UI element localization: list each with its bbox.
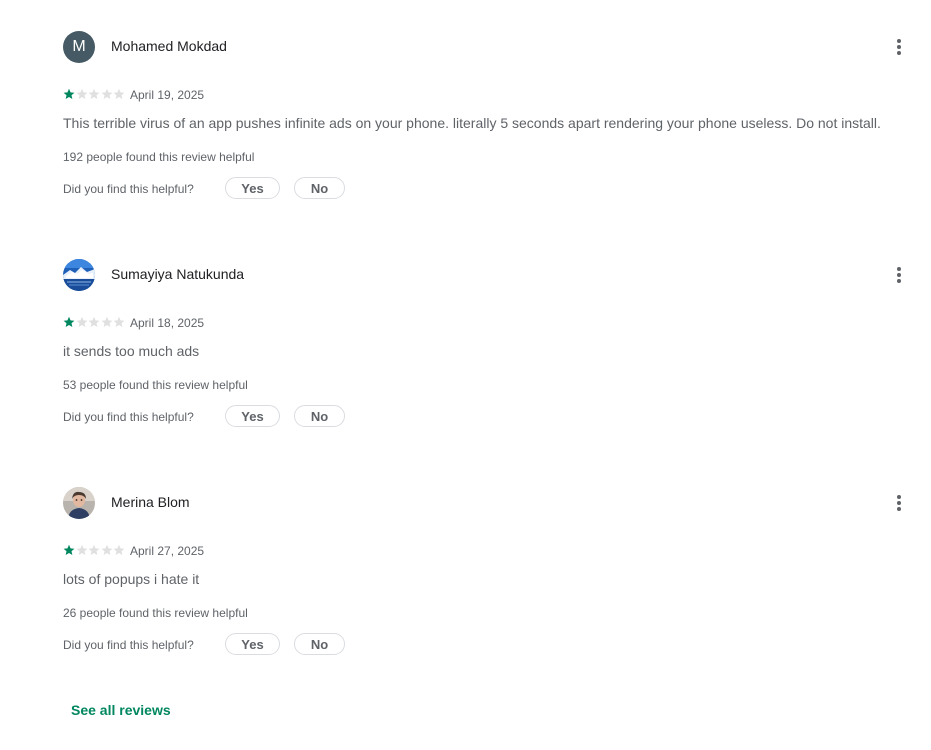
star-filled-icon: [63, 544, 75, 555]
helpful-yes-button[interactable]: Yes: [225, 177, 280, 199]
helpful-question: Did you find this helpful?: [63, 182, 194, 196]
star-empty-icon: [101, 88, 112, 99]
star-rating: [63, 544, 125, 556]
review-date: April 27, 2025: [130, 544, 205, 558]
helpful-count: 192 people found this review helpful: [63, 150, 255, 164]
reviewer-name: Merina Blom: [111, 494, 190, 510]
review-text: lots of popups i hate it: [63, 571, 200, 587]
review-card: Sumayiya Natukunda April 18, 2025 it sen…: [63, 259, 913, 459]
star-empty-icon: [88, 544, 100, 555]
helpful-question: Did you find this helpful?: [63, 638, 194, 652]
helpful-count: 26 people found this review helpful: [63, 606, 248, 620]
helpful-no-button[interactable]: No: [294, 177, 345, 199]
helpful-count: 53 people found this review helpful: [63, 378, 248, 392]
star-filled-icon: [63, 88, 75, 99]
avatar: [63, 259, 95, 291]
review-card: Merina Blom April 27, 2025 lots of popup…: [63, 487, 913, 687]
review-text: This terrible virus of an app pushes inf…: [63, 115, 881, 131]
reviewer-name: Sumayiya Natukunda: [111, 266, 245, 282]
star-rating: [63, 316, 125, 328]
star-empty-icon: [113, 88, 125, 99]
avatar-image: [63, 259, 95, 291]
review-card: M Mohamed Mokdad April 19, 2025 This ter…: [63, 31, 913, 231]
review-date: April 18, 2025: [130, 316, 205, 330]
reviews-section: M Mohamed Mokdad April 19, 2025 This ter…: [0, 0, 931, 750]
reviewer-name: Mohamed Mokdad: [111, 38, 227, 54]
helpful-no-button[interactable]: No: [294, 633, 345, 655]
avatar: [63, 487, 95, 519]
star-empty-icon: [113, 316, 125, 327]
star-empty-icon: [88, 316, 100, 327]
star-filled-icon: [63, 316, 75, 327]
helpful-yes-button[interactable]: Yes: [225, 633, 280, 655]
star-empty-icon: [101, 544, 112, 555]
review-text: it sends too much ads: [63, 343, 200, 359]
star-empty-icon: [76, 316, 87, 327]
avatar: M: [63, 31, 95, 63]
star-empty-icon: [76, 544, 87, 555]
review-header: Sumayiya Natukunda: [63, 259, 913, 291]
star-empty-icon: [113, 544, 125, 555]
helpful-question: Did you find this helpful?: [63, 410, 194, 424]
more-vert-icon[interactable]: [889, 491, 909, 515]
review-header: M Mohamed Mokdad: [63, 31, 913, 63]
star-rating: [63, 88, 125, 100]
see-all-reviews-link[interactable]: See all reviews: [71, 701, 171, 719]
avatar-image: [63, 487, 95, 519]
review-header: Merina Blom: [63, 487, 913, 519]
review-date: April 19, 2025: [130, 88, 205, 102]
star-empty-icon: [76, 88, 87, 99]
more-vert-icon[interactable]: [889, 263, 909, 287]
helpful-yes-button[interactable]: Yes: [225, 405, 280, 427]
more-vert-icon[interactable]: [889, 35, 909, 59]
star-empty-icon: [88, 88, 100, 99]
star-empty-icon: [101, 316, 112, 327]
helpful-no-button[interactable]: No: [294, 405, 345, 427]
